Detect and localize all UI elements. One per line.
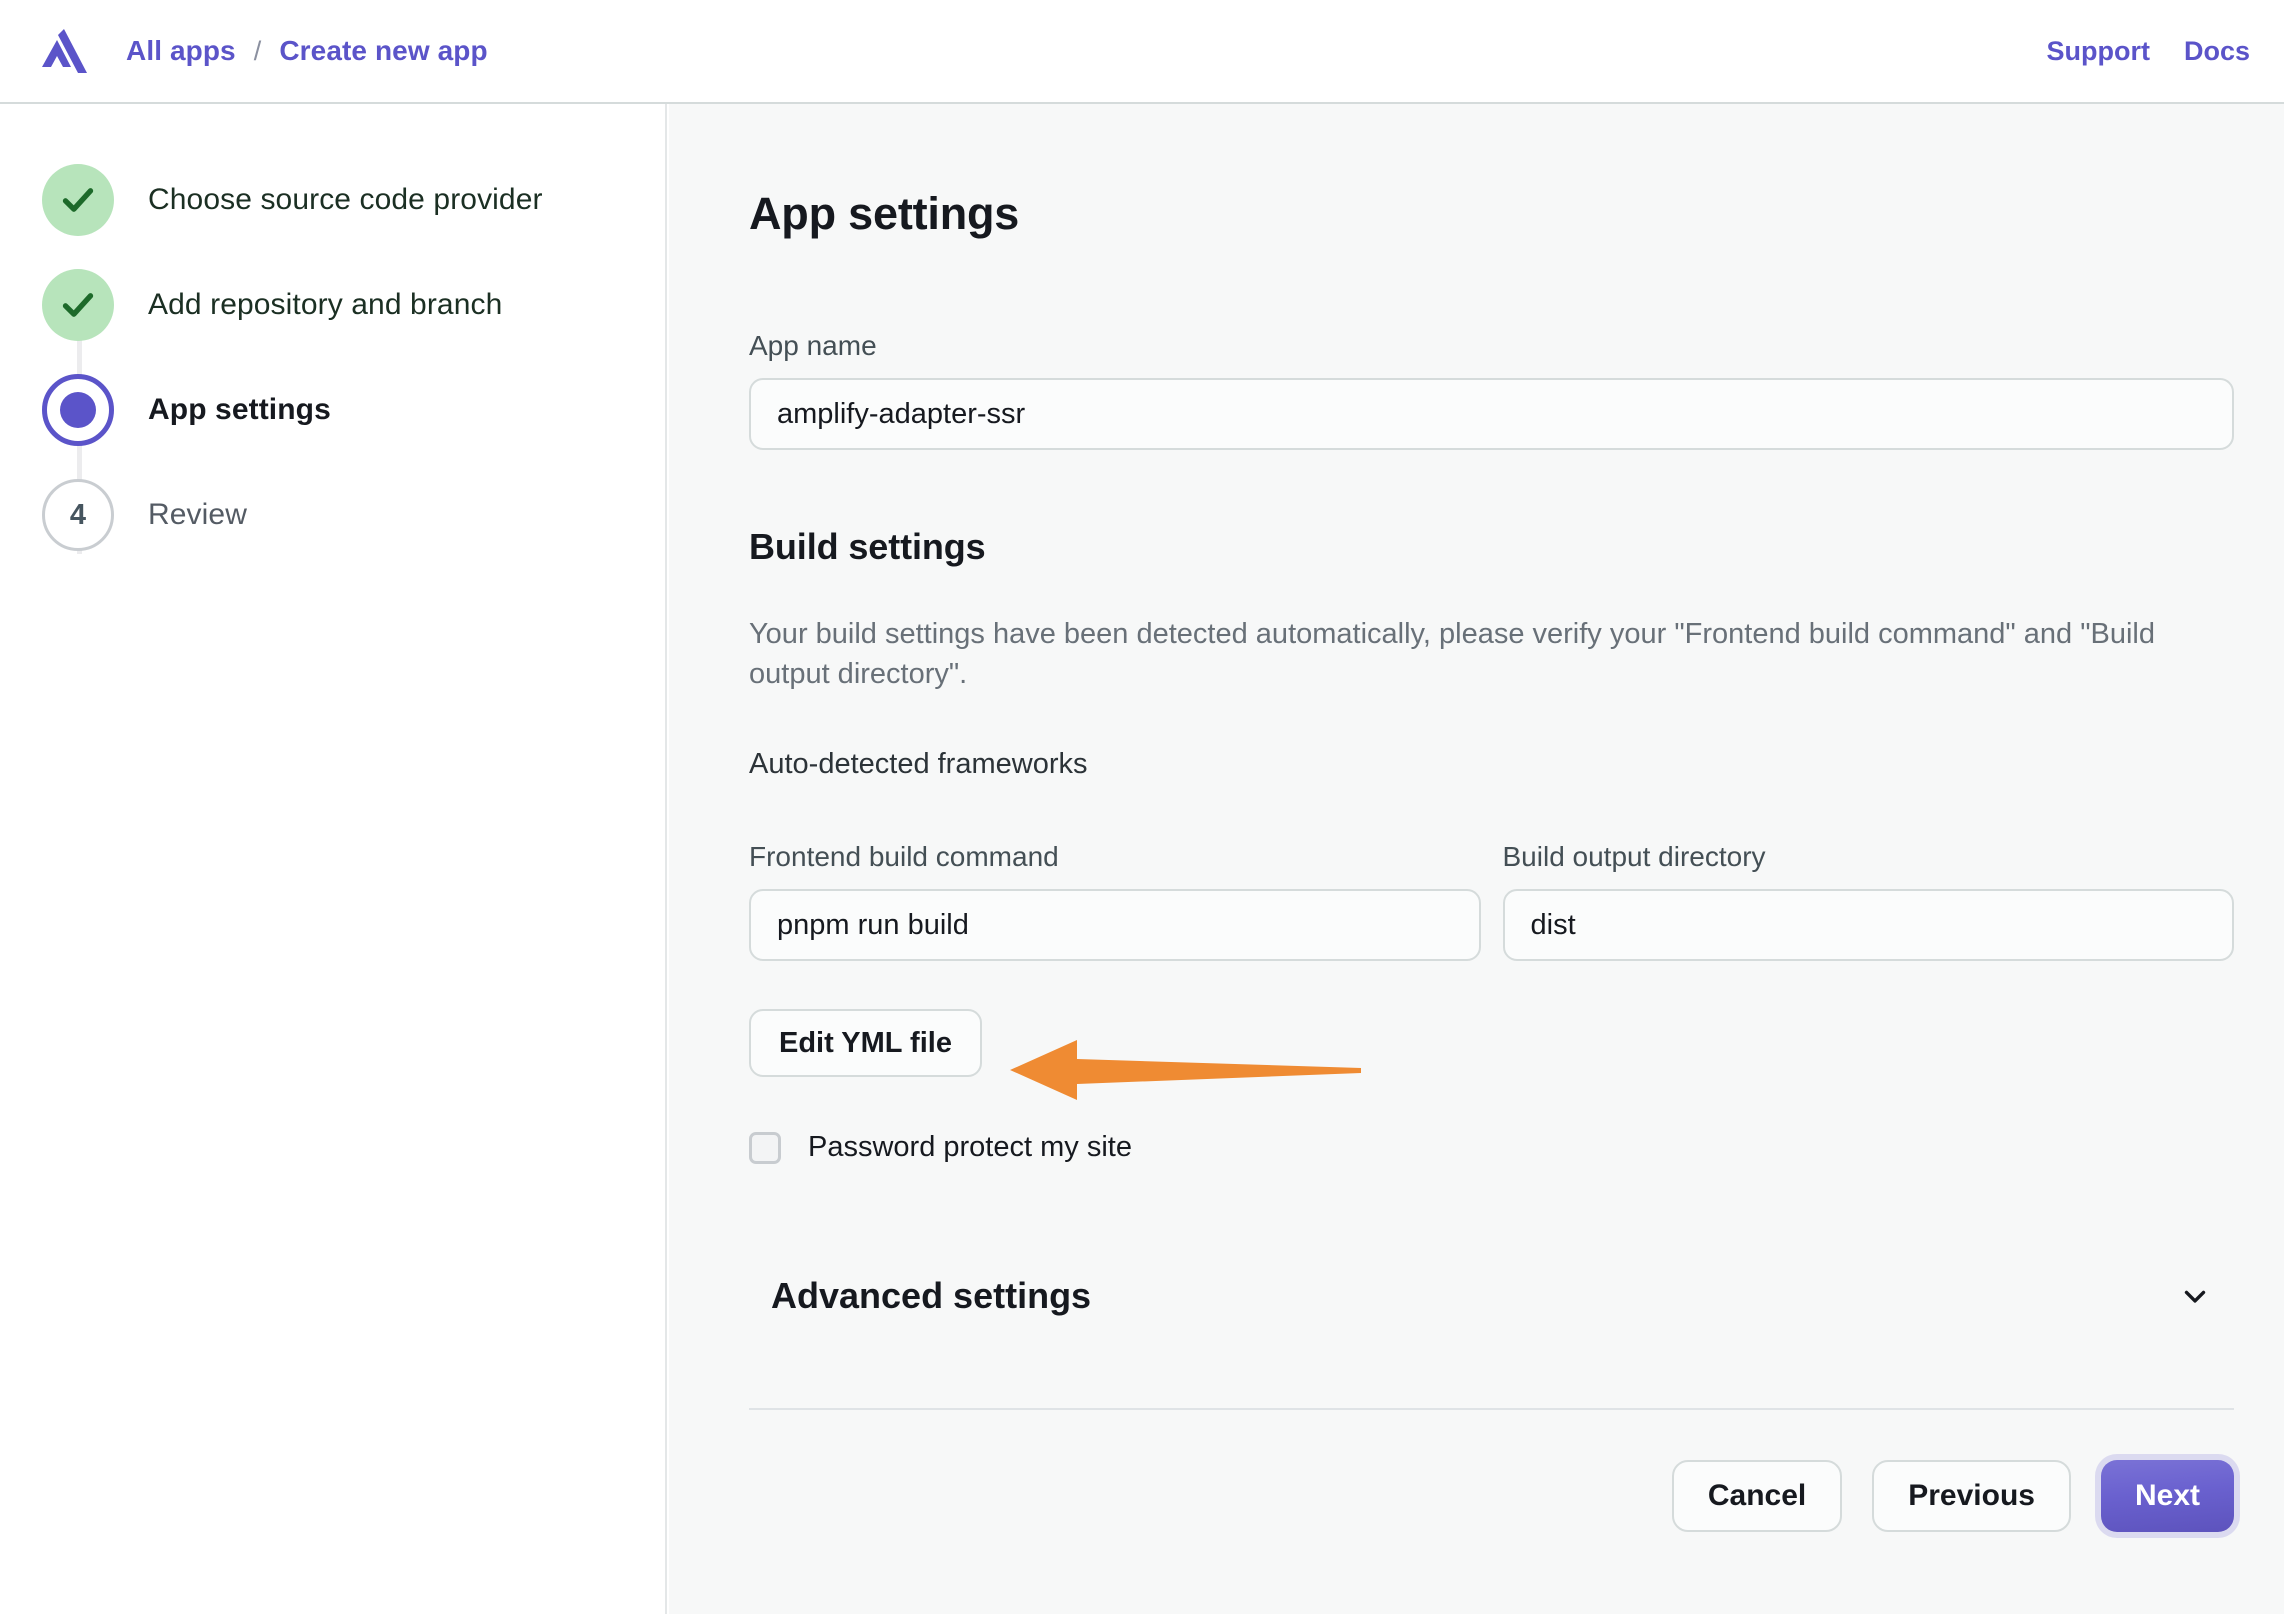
frontend-build-command-group: Frontend build command [749,841,1481,961]
app-name-label: App name [749,330,2234,362]
auto-detected-frameworks-label: Auto-detected frameworks [749,748,2234,781]
page-title: App settings [749,104,2234,240]
advanced-settings-toggle[interactable]: Advanced settings [749,1260,2234,1332]
build-output-directory-input[interactable] [1503,889,2235,961]
footer-divider [749,1408,2234,1410]
build-settings-heading: Build settings [749,526,2234,568]
sidebar-step-label: App settings [148,393,331,427]
header-links: Support Docs [2046,36,2250,67]
password-protect-checkbox[interactable] [749,1132,781,1164]
support-link[interactable]: Support [2046,36,2149,67]
breadcrumb-all-apps[interactable]: All apps [126,35,236,67]
footer-actions: Cancel Previous Next [749,1460,2234,1532]
cancel-button[interactable]: Cancel [1672,1460,1842,1532]
advanced-settings-title: Advanced settings [771,1275,1091,1317]
chevron-down-icon[interactable] [2178,1279,2212,1313]
sidebar-step-add-repository-and-branch[interactable]: Add repository and branch [42,269,665,341]
step-number-badge: 4 [42,479,114,551]
app-name-input[interactable] [749,378,2234,450]
app-name-field-group: App name [749,330,2234,450]
sidebar-step-label: Choose source code provider [148,183,543,217]
sidebar-step-app-settings[interactable]: App settings [42,374,665,446]
wizard-sidebar: Choose source code provider Add reposito… [0,104,667,1614]
main-content: App settings App name Build settings You… [669,104,2284,1614]
sidebar-step-choose-source-code-provider[interactable]: Choose source code provider [42,164,665,236]
frontend-build-command-input[interactable] [749,889,1481,961]
build-fields-row: Frontend build command Build output dire… [749,841,2234,961]
sidebar-step-review[interactable]: 4 Review [42,479,665,551]
build-settings-description: Your build settings have been detected a… [749,614,2169,694]
sidebar-step-label: Review [148,498,247,532]
wizard-steps: Choose source code provider Add reposito… [0,164,665,551]
build-output-directory-label: Build output directory [1503,841,2235,873]
password-protect-label: Password protect my site [808,1131,1132,1164]
breadcrumb-separator: / [254,36,262,67]
previous-button[interactable]: Previous [1872,1460,2071,1532]
edit-yml-file-button[interactable]: Edit YML file [749,1009,982,1077]
breadcrumb: All apps / Create new app [126,35,488,67]
docs-link[interactable]: Docs [2184,36,2250,67]
build-output-directory-group: Build output directory [1503,841,2235,961]
password-protect-row[interactable]: Password protect my site [749,1131,2234,1164]
filled-dot-icon [42,374,114,446]
check-icon [42,164,114,236]
check-icon [42,269,114,341]
app-page: All apps / Create new app Support Docs C… [0,0,2284,1614]
sidebar-step-label: Add repository and branch [148,288,502,322]
frontend-build-command-label: Frontend build command [749,841,1481,873]
next-button[interactable]: Next [2101,1460,2234,1532]
amplify-logo-icon[interactable] [36,25,92,77]
top-header: All apps / Create new app Support Docs [0,0,2284,104]
breadcrumb-create-new-app[interactable]: Create new app [279,35,487,67]
